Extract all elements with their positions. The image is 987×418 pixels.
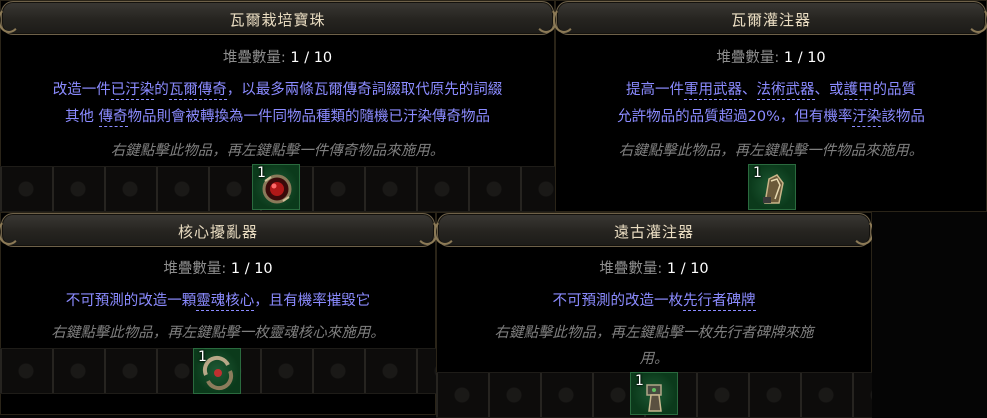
stack-size-line: 堆疊數量: 1 / 10 (1, 257, 435, 278)
item-title: 瓦爾灌注器 (730, 11, 811, 29)
modifier-line-1: 不可預測的改造一顆靈魂核心，且有機率摧毀它 (1, 289, 435, 311)
item-slot-vaal-cultivation-orb[interactable]: 1 (252, 164, 300, 210)
mod-text: 不可預測的改造一顆 (65, 293, 197, 309)
stack-size-value: 1 / 10 (230, 261, 273, 277)
keyword-link[interactable]: 護甲 (843, 82, 873, 100)
keyword-link[interactable]: 軍用武器 (684, 82, 742, 100)
modifier-line-1: 改造一件已汙染的瓦爾傳奇，以最多兩條瓦爾傳奇詞綴取代原先的詞綴 (1, 78, 554, 100)
usage-hint: 右鍵點擊此物品，再左鍵點擊一件傳奇物品來施用。 (110, 143, 445, 159)
item-title: 瓦爾栽培寶珠 (229, 11, 326, 29)
usage-hint: 右鍵點擊此物品，再左鍵點擊一枚靈魂核心來施用。 (51, 325, 385, 341)
stack-size-value: 1 / 10 (290, 50, 333, 66)
modifier-line-1: 不可預測的改造一枚先行者碑牌 (437, 289, 871, 311)
stack-size-line: 堆疊數量: 1 / 10 (437, 257, 871, 278)
mod-text: 的 (154, 82, 169, 98)
stack-quantity: 1 (635, 373, 644, 389)
mod-text: 提高一件 (626, 82, 684, 98)
mod-text: 不可預測的改造一枚 (552, 293, 684, 309)
mod-text: 該物品 (881, 109, 925, 125)
stack-size-value: 1 / 10 (783, 50, 826, 66)
mod-text: 、或 (814, 82, 844, 98)
keyword-link[interactable]: 汙染 (852, 109, 882, 127)
stack-size-label: 堆疊數量: (163, 261, 227, 277)
usage-hint: 右鍵點擊此物品，再左鍵點擊一件物品來施用。 (618, 143, 924, 159)
item-title: 遠古灌注器 (613, 223, 694, 241)
keyword-link[interactable]: 法術武器 (756, 82, 815, 100)
keyword-link[interactable]: 已汙染 (110, 82, 155, 100)
usage-hint-line-2: 用。 (639, 351, 669, 367)
modifier-line-2: 其他 傳奇物品則會被轉換為一件同物品種類的隨機已汙染傳奇物品 (1, 105, 554, 127)
mod-text: 其他 (64, 109, 99, 125)
keyword-link[interactable]: 傳奇 (98, 109, 128, 127)
mod-text: ，以最多兩條瓦爾傳奇詞綴取代原先的詞綴 (226, 82, 503, 98)
keyword-link[interactable]: 瓦爾傳奇 (168, 82, 227, 100)
item-title: 核心擾亂器 (177, 223, 258, 241)
item-slot-core-destabiliser[interactable]: 1 (193, 348, 241, 394)
mod-text: 允許物品的品質超過20%，但有機率 (617, 109, 853, 125)
mod-text: ，且有機率摧毀它 (254, 293, 371, 309)
keyword-link[interactable]: 先行者碑牌 (683, 293, 756, 311)
stack-size-label: 堆疊數量: (716, 50, 780, 66)
modifier-line-1: 提高一件軍用武器、法術武器、或護甲的品質 (556, 78, 986, 100)
mod-text: 改造一件 (52, 82, 111, 98)
item-slot-vaal-infuser[interactable]: 1 (748, 164, 796, 210)
keyword-link[interactable]: 靈魂核心 (196, 293, 255, 311)
item-slot-ancient-infuser[interactable]: 1 (630, 372, 678, 415)
mod-text: 物品則會被轉換為一件同物品種類的隨機已汙染傳奇物品 (127, 109, 491, 125)
mod-text: 的品質 (872, 82, 917, 98)
stack-size-label: 堆疊數量: (599, 261, 663, 277)
stack-quantity: 1 (753, 165, 762, 181)
tooltip-header: 核心擾亂器 (0, 213, 438, 247)
stack-size-value: 1 / 10 (666, 261, 709, 277)
tooltip-header: 瓦爾灌注器 (553, 1, 987, 35)
stack-size-label: 堆疊數量: (222, 50, 286, 66)
mod-text: 、 (742, 82, 757, 98)
tooltip-header: 瓦爾栽培寶珠 (0, 1, 557, 35)
tooltip-header: 遠古灌注器 (434, 213, 874, 247)
usage-hint-line-1: 右鍵點擊此物品，再左鍵點擊一枚先行者碑牌來施 (494, 325, 814, 341)
stack-quantity: 1 (257, 165, 266, 181)
background-empty-area (872, 212, 987, 415)
stack-size-line: 堆疊數量: 1 / 10 (556, 46, 986, 67)
stack-size-line: 堆疊數量: 1 / 10 (1, 46, 554, 67)
stack-quantity: 1 (198, 349, 207, 365)
modifier-line-2: 允許物品的品質超過20%，但有機率汙染該物品 (556, 105, 986, 127)
